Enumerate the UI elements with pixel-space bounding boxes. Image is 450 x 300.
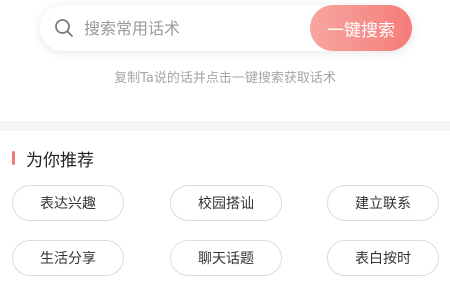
tag-chip[interactable]: 表白按时 [327,240,439,276]
search-bar: 一键搜索 [40,5,412,51]
search-hint: 复制Ta说的话并点击一键搜索获取话术 [114,71,336,86]
one-click-search-button[interactable]: 一键搜索 [310,5,412,51]
tag-chip[interactable]: 校园搭讪 [170,185,282,221]
tag-chip[interactable]: 聊天话题 [170,240,282,276]
recommend-title: 为你推荐 [26,150,94,171]
section-divider [0,121,450,131]
recommend-header: 为你推荐 [12,146,94,171]
section-accent-bar [12,151,15,165]
tag-chip[interactable]: 建立联系 [327,185,439,221]
search-icon [54,18,74,38]
search-input[interactable] [84,5,304,51]
page: 一键搜索 复制Ta说的话并点击一键搜索获取话术 为你推荐 表达兴趣 校园搭讪 建… [0,0,450,300]
tag-chip[interactable]: 生活分享 [12,240,124,276]
tag-chip[interactable]: 表达兴趣 [12,185,124,221]
